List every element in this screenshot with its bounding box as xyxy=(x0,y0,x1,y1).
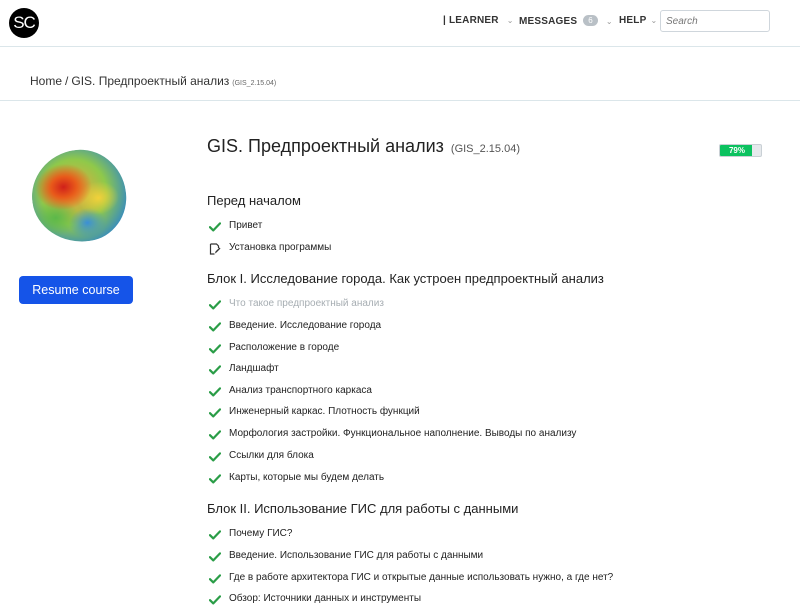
check-icon xyxy=(209,365,221,375)
nav-help[interactable]: HELP ⌄ xyxy=(619,15,657,26)
resume-course-button[interactable]: Resume course xyxy=(19,276,133,304)
unit-label: Расположение в городе xyxy=(229,342,340,353)
header-divider xyxy=(0,46,800,47)
nav-messages[interactable]: MESSAGES 6 ⌄ xyxy=(519,15,613,27)
check-icon xyxy=(209,222,221,232)
unit-label: Анализ транспортного каркаса xyxy=(229,385,372,396)
nav-help-label: HELP xyxy=(619,15,647,26)
check-icon xyxy=(209,322,221,332)
unit-label: Ссылки для блока xyxy=(229,450,314,461)
chevron-down-icon: ⌄ xyxy=(605,17,613,26)
unit-label: Установка программы xyxy=(229,242,332,253)
chevron-down-icon: ⌄ xyxy=(506,16,514,25)
check-icon xyxy=(209,595,221,605)
check-icon xyxy=(209,408,221,418)
breadcrumb-divider xyxy=(0,100,800,101)
course-title: GIS. Предпроектный анализ (GIS_2.15.04) xyxy=(207,136,520,157)
top-bar: SC | LEARNER ⌄ MESSAGES 6 ⌄ HELP ⌄ xyxy=(0,0,800,44)
messages-count-badge: 6 xyxy=(583,15,598,26)
check-icon xyxy=(209,387,221,397)
unit-label: Что такое предпроектный анализ xyxy=(229,298,384,309)
check-icon xyxy=(209,530,221,540)
unit-label: Морфология застройки. Функциональное нап… xyxy=(229,428,577,439)
check-icon xyxy=(209,344,221,354)
nav-learner-label: | LEARNER xyxy=(443,15,499,26)
breadcrumb-home[interactable]: Home xyxy=(30,74,62,88)
unit-label: Почему ГИС? xyxy=(229,528,293,539)
unit-label: Карты, которые мы будем делать xyxy=(229,472,385,483)
unit-label: Введение. Исследование города xyxy=(229,320,382,331)
breadcrumb-separator: / xyxy=(65,74,69,88)
unit-label: Привет xyxy=(229,220,263,231)
unit-label: Где в работе архитектора ГИС и открытые … xyxy=(229,572,614,583)
check-icon xyxy=(209,300,221,310)
search-input[interactable] xyxy=(660,10,770,32)
chevron-down-icon: ⌄ xyxy=(650,16,658,25)
course-title-text: GIS. Предпроектный анализ xyxy=(207,136,444,156)
unit-label: Введение. Использование ГИС для работы с… xyxy=(229,550,484,561)
check-icon xyxy=(209,552,221,562)
nav-learner[interactable]: | LEARNER ⌄ xyxy=(443,15,514,26)
logo[interactable]: SC xyxy=(9,8,39,38)
course-progress-bar: 79% xyxy=(719,144,762,157)
breadcrumb-code: (GIS_2.15.04) xyxy=(232,80,277,87)
nav-messages-label: MESSAGES xyxy=(519,16,578,27)
check-icon xyxy=(209,452,221,462)
unit-label: Инженерный каркас. Плотность функций xyxy=(229,406,420,417)
course-image xyxy=(26,143,132,249)
unit-label: Ландшафт xyxy=(229,363,279,374)
check-icon xyxy=(209,430,221,440)
section-title: Перед началом xyxy=(207,193,301,208)
check-icon xyxy=(209,474,221,484)
check-icon xyxy=(209,574,221,584)
breadcrumb: Home / GIS. Предпроектный анализ (GIS_2.15.… xyxy=(30,74,276,88)
breadcrumb-current: GIS. Предпроектный анализ xyxy=(71,74,230,88)
document-edit-icon xyxy=(209,243,221,255)
section-title: Блок I. Исследование города. Как устроен… xyxy=(207,271,604,286)
progress-label: 79% xyxy=(728,146,745,155)
section-title: Блок II. Использование ГИС для работы с … xyxy=(207,501,519,516)
course-code: (GIS_2.15.04) xyxy=(450,143,520,155)
